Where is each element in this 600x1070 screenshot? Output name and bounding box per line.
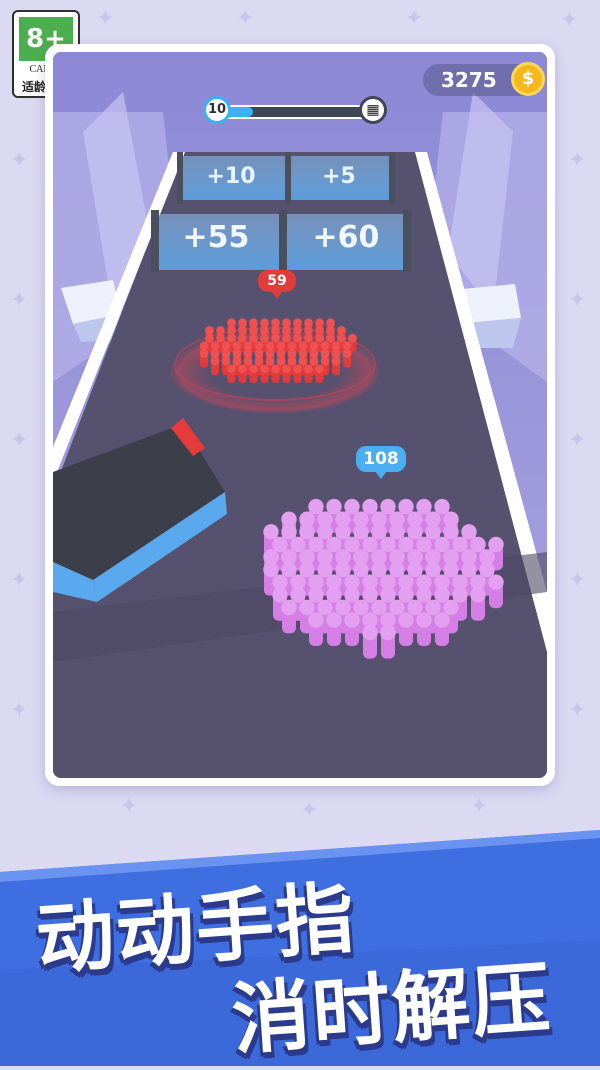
progress-track bbox=[223, 105, 367, 119]
gate-near-right-label: +60 bbox=[312, 220, 380, 255]
enemy-crowd bbox=[199, 318, 357, 383]
slogan-line-2: 消时解压 bbox=[229, 953, 555, 1066]
game-scene bbox=[53, 52, 547, 778]
coin-dollar-icon: $ bbox=[511, 62, 545, 96]
game-viewport[interactable]: 10 ▦ 3275 $ +10 +5 +55 +60 59 108 bbox=[53, 52, 547, 778]
gate-far-left-label: +10 bbox=[206, 164, 256, 189]
checkered-flag-icon: ▦ bbox=[359, 96, 387, 124]
gate-near-left-label: +55 bbox=[182, 220, 250, 255]
gate-far-right-label: +5 bbox=[322, 164, 356, 189]
coin-count: 3275 bbox=[441, 68, 497, 92]
level-progress-bar: 10 ▦ bbox=[203, 96, 387, 124]
coin-counter: 3275 $ bbox=[423, 62, 545, 96]
enemy-count-badge: 59 bbox=[258, 270, 296, 299]
level-number: 10 bbox=[203, 96, 231, 124]
player-count-badge: 108 bbox=[356, 446, 406, 479]
